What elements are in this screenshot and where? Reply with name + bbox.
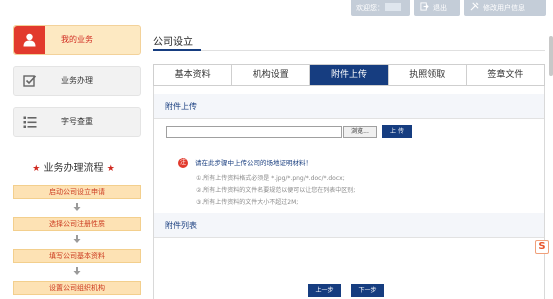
edit-user-label: 修改用户信息 — [483, 4, 525, 12]
tab-bar: 基本资料 机构设置 附件上传 执照领取 签章文件 — [153, 64, 545, 86]
flow-title: ★ 业务办理流程 ★ — [0, 159, 147, 174]
arrow-down-icon — [73, 267, 81, 275]
user-icon — [23, 33, 36, 47]
sidebar-icon-box — [14, 67, 45, 95]
checkbox-icon — [23, 75, 37, 87]
logout-icon — [420, 2, 429, 11]
upload-hint: ②.所有上传资料的文件名要规范以便可以让您在列表中区别; — [196, 187, 356, 194]
sidebar-item-my-business[interactable]: 我的业务 — [13, 25, 141, 55]
upload-button[interactable]: 上 传 — [382, 125, 412, 138]
sidebar-item-label: 我的业务 — [61, 35, 93, 44]
scrollbar[interactable] — [549, 36, 553, 76]
upload-section-title: 附件上传 — [165, 102, 197, 111]
warning-text: 请在此步骤中上传公司的场地证明材料！ — [195, 159, 312, 167]
previous-step-button[interactable]: 上一步 — [308, 284, 341, 297]
tab-org-setup[interactable]: 机构设置 — [232, 65, 311, 85]
next-step-button[interactable]: 下一步 — [351, 284, 384, 297]
flow-title-text: 业务办理流程 — [43, 163, 104, 174]
welcome-label: 欢迎您： — [356, 4, 384, 12]
arrow-down-icon — [73, 203, 81, 211]
sidebar: 我的业务 业务办理 字号查重 ★ 业务办理流程 ★ 启动公司设立申请 选择公司注… — [0, 17, 147, 299]
content-panel: 附件上传 浏览... 上 传 注 请在此步骤中上传公司的场地证明材料！ ①.所有… — [153, 86, 545, 299]
sidebar-item-label: 字号查重 — [61, 117, 93, 126]
attachment-list-title: 附件列表 — [165, 221, 197, 230]
tab-license-pickup[interactable]: 执照领取 — [389, 65, 467, 85]
title-underline — [153, 49, 201, 51]
list-icon — [23, 116, 37, 128]
tab-attachment-upload[interactable]: 附件上传 — [310, 65, 389, 85]
floating-s-icon[interactable]: S — [535, 240, 549, 254]
sidebar-item-label: 业务办理 — [61, 76, 93, 85]
welcome-user: 欢迎您： — [351, 0, 410, 16]
star-icon: ★ — [106, 164, 115, 174]
edit-user-button[interactable]: 修改用户信息 — [464, 0, 546, 16]
upload-hint: ③.所有上传资料的文件大小不超过2M; — [196, 199, 299, 206]
top-bar: 欢迎您： 退出 修改用户信息 — [0, 0, 553, 17]
tab-basic-info[interactable]: 基本资料 — [154, 65, 233, 85]
logout-button[interactable]: 退出 — [414, 0, 460, 16]
logout-label: 退出 — [433, 4, 447, 12]
divider — [153, 50, 545, 51]
star-icon: ★ — [32, 164, 41, 174]
browse-button[interactable]: 浏览... — [343, 126, 377, 138]
flow-step[interactable]: 选择公司注册性质 — [13, 217, 141, 231]
arrow-down-icon — [73, 235, 81, 243]
flow-step[interactable]: 设置公司组织机构 — [13, 281, 141, 295]
page-title: 公司设立 — [153, 37, 193, 48]
sidebar-item-name-check[interactable]: 字号查重 — [13, 107, 141, 137]
upload-hint: ①.所有上传资料格式必须是 *.jpg/*.png/*.doc/*.docx; — [196, 175, 345, 182]
sidebar-icon-box — [14, 108, 45, 136]
file-path-input[interactable] — [166, 126, 342, 138]
flow-step[interactable]: 填写公司基本资料 — [13, 249, 141, 263]
tab-signed-documents[interactable]: 签章文件 — [467, 65, 544, 85]
warning-icon: 注 — [178, 158, 188, 168]
upload-section-header: 附件上传 — [154, 94, 544, 119]
flow-step[interactable]: 启动公司设立申请 — [13, 185, 141, 199]
sidebar-icon-box — [14, 26, 45, 54]
attachment-list-header: 附件列表 — [154, 213, 544, 238]
sidebar-item-business-handling[interactable]: 业务办理 — [13, 66, 141, 96]
tools-icon — [470, 2, 479, 11]
username-redacted — [385, 3, 401, 11]
